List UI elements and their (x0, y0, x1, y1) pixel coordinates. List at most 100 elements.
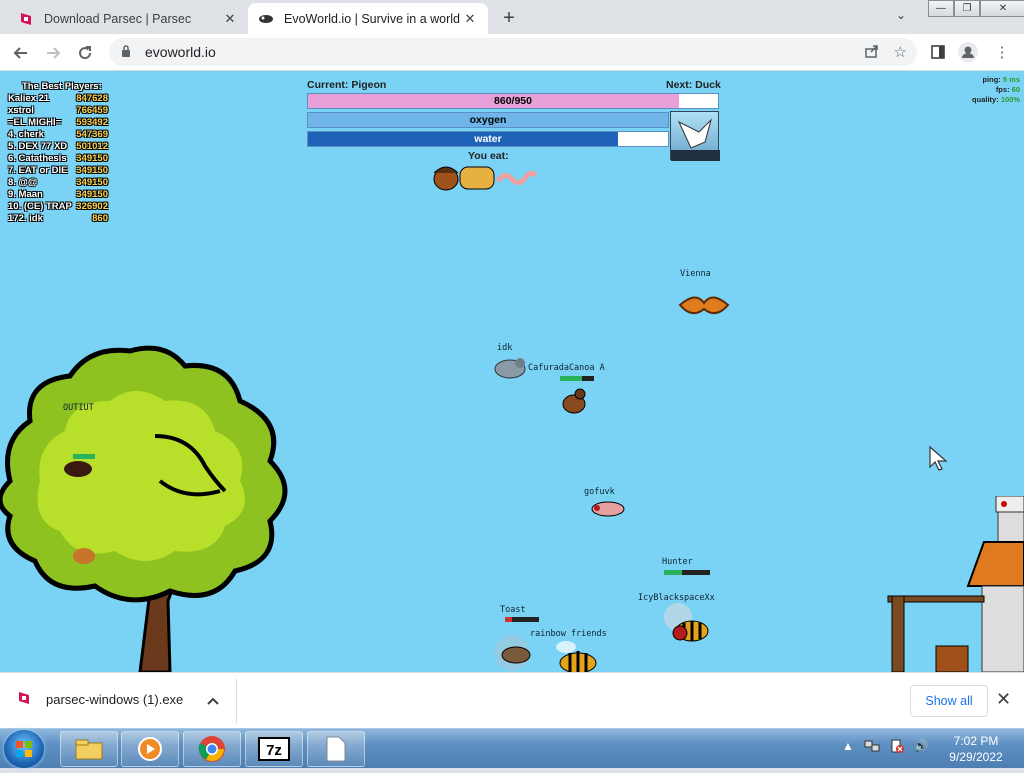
bird-sprite (64, 461, 92, 477)
leaderboard-player-name: =EL MIGHI= (8, 117, 62, 128)
leaderboard-player-name: 8. @@ (8, 177, 38, 188)
player-name: CafuradaCanoa A (528, 363, 605, 373)
chrome-icon[interactable] (183, 731, 241, 767)
butterfly-sprite (678, 296, 730, 315)
health-bar (560, 376, 594, 381)
side-panel-icon[interactable] (928, 42, 948, 62)
acorn-icon (433, 166, 459, 191)
leaderboard-score: 349150 (76, 153, 108, 164)
leaderboard-player-name: xstrol (8, 105, 34, 116)
leaderboard-score: 766459 (76, 105, 108, 116)
leaderboard-player-name: 7. EAT or DIE (8, 165, 68, 176)
close-window-button[interactable]: ✕ (980, 0, 1024, 17)
tab-strip: Download Parsec | Parsec ✕ EvoWorld.io |… (0, 0, 1024, 34)
leaderboard: The Best Players: Kaliex 21 847628 xstrol 7… (8, 81, 108, 225)
7zip-icon[interactable]: 7z (245, 731, 303, 767)
forward-button[interactable] (40, 40, 66, 66)
close-icon[interactable]: ✕ (996, 689, 1011, 710)
next-animal-preview (670, 111, 720, 161)
player-name: Vienna (680, 269, 711, 279)
network-stats: ping: 5 ms fps: 60 quality: 100% (972, 75, 1020, 105)
tree-sprite (0, 345, 288, 672)
leaderboard-player-name: Kaliex 21 (8, 93, 50, 104)
chevron-down-icon[interactable]: ⌄ (896, 8, 906, 22)
leaderboard-player-name: 10. (CE) TRAP (8, 201, 72, 212)
water-bar: water (307, 131, 669, 147)
maximize-button[interactable]: ❐ (954, 0, 980, 17)
ping-value: 5 ms (1002, 75, 1020, 84)
close-icon[interactable]: ✕ (222, 11, 238, 27)
profile-avatar-icon[interactable] (958, 42, 978, 62)
bookmark-star-icon[interactable]: ☆ (894, 43, 907, 63)
leaderboard-score: 326902 (76, 201, 108, 212)
start-button[interactable] (4, 730, 44, 768)
leaderboard-score: 860 (92, 213, 108, 224)
tab-title: EvoWorld.io | Survive in a world f (284, 11, 462, 26)
leaderboard-row: 6. Catathesis 349150 (8, 153, 108, 165)
leaderboard-player-name: 9. Maan (8, 189, 43, 200)
taskbar: 7z ▲ 🔊 7:02 PM 9/29/2022 (0, 728, 1024, 768)
leaderboard-row: 9. Maan 349150 (8, 189, 108, 201)
leaderboard-row: 7. EAT or DIE 349150 (8, 165, 108, 177)
minimize-button[interactable]: — (928, 0, 954, 17)
address-bar[interactable]: evoworld.io ☆ (109, 38, 917, 66)
wasp-sprite (556, 641, 597, 672)
tab-evoworld[interactable]: EvoWorld.io | Survive in a world f ✕ (248, 3, 488, 34)
download-filename[interactable]: parsec-windows (1).exe (46, 692, 183, 707)
oxygen-bar: oxygen (307, 112, 669, 128)
new-tab-button[interactable]: + (497, 6, 521, 30)
leaderboard-score: 847628 (76, 93, 108, 104)
back-button[interactable] (8, 40, 34, 66)
show-all-button[interactable]: Show all (910, 685, 988, 717)
water-bar-text: water (474, 133, 502, 145)
pigeon-sprite (494, 358, 526, 379)
leaderboard-score: 547369 (76, 129, 108, 140)
leaderboard-row: Kaliex 21 847628 (8, 93, 108, 105)
mouse-cursor-icon (929, 445, 948, 471)
leaderboard-row: 4. cherk 547369 (8, 129, 108, 141)
leaderboard-row: 172. idk 860 (8, 213, 108, 225)
leaderboard-row: =EL MIGHI= 593492 (8, 117, 108, 129)
player-name: OUTIUT (63, 403, 94, 413)
food-icons (430, 161, 540, 196)
network-icon[interactable] (864, 739, 880, 756)
media-player-icon[interactable] (121, 731, 179, 767)
leaderboard-title: The Best Players: (22, 81, 102, 92)
parsec-favicon-icon (18, 11, 34, 27)
tab-title: Download Parsec | Parsec (44, 11, 192, 26)
svg-text:7z: 7z (266, 742, 282, 759)
lock-icon[interactable] (121, 44, 135, 60)
house-sprite (887, 496, 1024, 672)
fps-label: fps: (995, 85, 1010, 94)
health-bar (664, 570, 710, 575)
download-item[interactable]: parsec-windows (1).exe (18, 691, 219, 708)
leaderboard-row: 10. (CE) TRAP 326902 (8, 201, 108, 213)
close-icon[interactable]: ✕ (462, 11, 478, 27)
url-text[interactable]: evoworld.io (145, 44, 216, 60)
clock-date: 9/29/2022 (949, 750, 1003, 764)
show-hidden-icons-icon[interactable]: ▲ (842, 739, 854, 756)
file-explorer-icon[interactable] (60, 731, 118, 767)
volume-icon[interactable]: 🔊 (914, 739, 929, 756)
action-center-icon[interactable] (890, 739, 904, 756)
share-icon[interactable] (864, 43, 880, 63)
reload-button[interactable] (72, 40, 98, 66)
player-name: Toast (500, 605, 526, 615)
document-icon[interactable] (307, 731, 365, 767)
window-controls: — ❐ ✕ (928, 0, 1024, 18)
leaderboard-row: 5. DEX 77 XD 501012 (8, 141, 108, 153)
game-canvas[interactable]: The Best Players: Kaliex 21 847628 xstrol 7… (0, 71, 1024, 672)
more-menu-icon[interactable]: ⋮ (992, 42, 1012, 62)
leaderboard-score: 593492 (76, 117, 108, 128)
system-tray: ▲ 🔊 (842, 739, 929, 756)
leaderboard-player-name: 4. cherk (8, 129, 44, 140)
download-bar: parsec-windows (1).exe Show all ✕ (0, 672, 1024, 728)
tab-parsec[interactable]: Download Parsec | Parsec ✕ (8, 3, 248, 34)
ping-label: ping: (982, 75, 1001, 84)
leaderboard-player-name: 6. Catathesis (8, 153, 67, 164)
system-clock[interactable]: 7:02 PM 9/29/2022 (936, 733, 1016, 765)
health-bar (505, 617, 539, 622)
next-animal-label: Next: Duck (666, 79, 721, 91)
player-name: gofuvk (584, 487, 615, 497)
chevron-up-icon[interactable] (207, 692, 219, 708)
